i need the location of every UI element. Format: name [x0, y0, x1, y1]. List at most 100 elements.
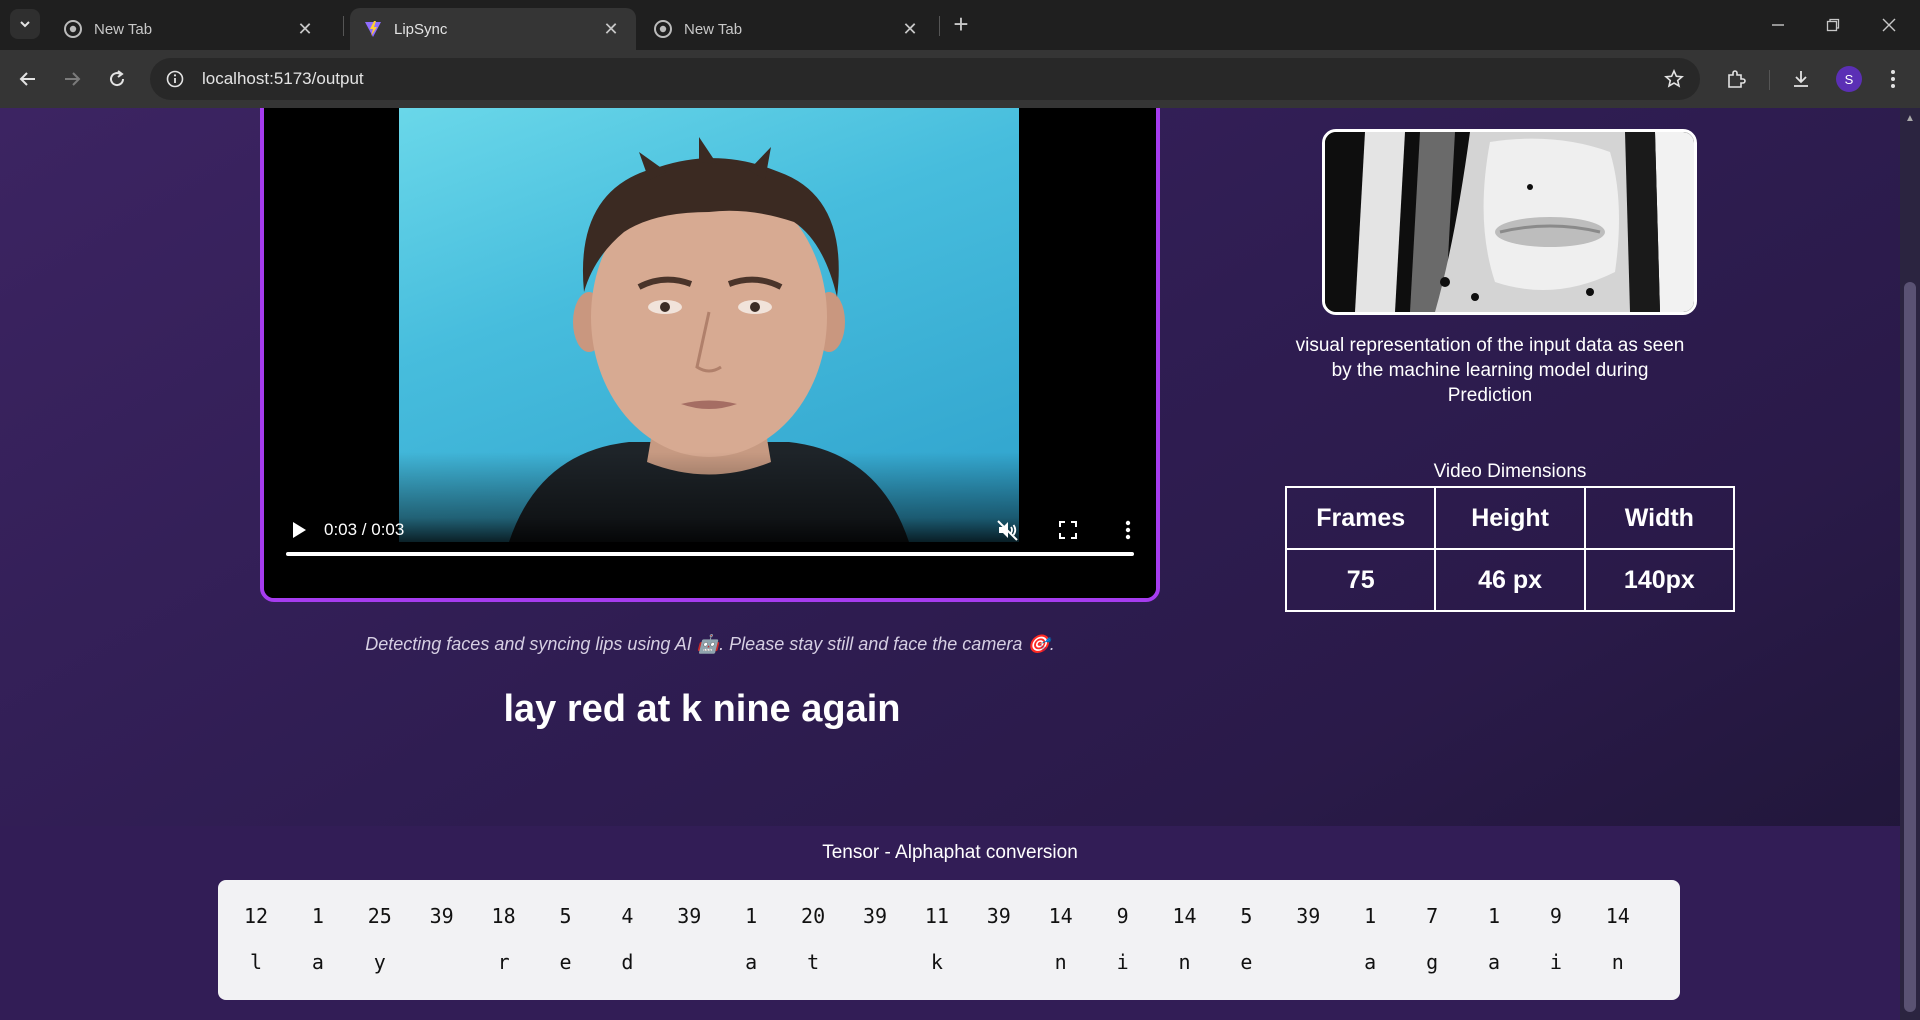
tensor-number: 39 [677, 904, 702, 928]
tensor-number: 39 [986, 904, 1011, 928]
restore-button[interactable] [1810, 8, 1856, 42]
status-caption: Detecting faces and syncing lips using A… [365, 634, 1055, 654]
minimize-icon [1772, 24, 1784, 26]
url-text[interactable]: localhost:5173/output [202, 69, 1654, 89]
tensor-number: 14 [1048, 904, 1073, 928]
tensor-letter: a [311, 950, 324, 974]
tensor-letter: n [1178, 950, 1191, 974]
tensor-letter: a [745, 950, 758, 974]
tensor-number: 39 [429, 904, 454, 928]
tensor-number: 20 [801, 904, 826, 928]
table-header-row: Frames Height Width [1284, 486, 1736, 550]
browser-toolbar: localhost:5173/output [0, 50, 1920, 108]
chrome-icon [64, 20, 82, 38]
bookmark-star-icon[interactable] [1654, 59, 1694, 99]
site-info-icon[interactable] [154, 58, 196, 100]
tensor-letter: g [1426, 950, 1439, 974]
tensor-number: 1 [311, 904, 324, 928]
reload-icon [110, 70, 125, 87]
tab-separator [343, 16, 344, 36]
page-viewport: 0:03 / 0:03 Detecting faces and syncing … [0, 108, 1900, 1020]
tensor-number: 14 [1605, 904, 1630, 928]
tensor-letter: a [1487, 950, 1501, 974]
prediction-text: lay red at k nine again [503, 688, 901, 730]
tensor-number: 39 [1296, 904, 1321, 928]
dimensions-table: Frames Height Width 75 46 px 140px [1284, 486, 1736, 612]
arrow-right-icon [65, 72, 81, 86]
tensor-number: 7 [1426, 904, 1439, 928]
tensor-number: 14 [1172, 904, 1197, 928]
table-cell: 140px [1583, 548, 1736, 612]
close-icon [1882, 18, 1896, 32]
kebab-menu-icon [1891, 70, 1895, 88]
close-window-button[interactable] [1866, 8, 1912, 42]
tensor-grid: 12 l 1 a 25 y 39 18 r 5 e 4 d 39 1 a 20 t 39 11 k 39 14 n 9 i 14 n 5… [218, 880, 1680, 1000]
tensor-letter: e [559, 950, 572, 974]
tab-new-tab-2[interactable]: New Tab ✕ [640, 8, 935, 50]
scroll-up-icon[interactable]: ▲ [1904, 112, 1916, 124]
tensor-number: 5 [559, 904, 572, 928]
mouth-visualization [1322, 129, 1697, 315]
tab-title: New Tab [94, 20, 153, 38]
tab-separator [939, 16, 940, 36]
video-more-button[interactable] [1114, 516, 1142, 544]
minimize-button[interactable] [1755, 8, 1801, 42]
tensor-letter: n [1611, 950, 1624, 974]
tensor-number: 12 [243, 904, 269, 928]
close-icon[interactable]: ✕ [600, 18, 622, 40]
tensor-number: 39 [862, 904, 888, 928]
downloads-button[interactable] [1785, 63, 1817, 95]
fullscreen-icon [1059, 521, 1077, 539]
table-row: 75 46 px 140px [1284, 548, 1736, 612]
tensor-number: 9 [1549, 904, 1562, 928]
tab-title: LipSync [394, 20, 448, 38]
tensor-number: 25 [367, 904, 392, 928]
play-button[interactable] [286, 517, 312, 543]
tab-new-tab-1[interactable]: New Tab ✕ [50, 8, 330, 50]
table-header: Width [1583, 486, 1736, 550]
tab-title: New Tab [684, 20, 743, 38]
tensor-letter: d [621, 950, 634, 974]
tensor-number: 1 [1487, 904, 1501, 928]
restore-icon [1826, 18, 1840, 32]
table-cell: 46 px [1434, 548, 1586, 612]
arrow-left-icon [19, 72, 35, 86]
video-progress-bar[interactable] [286, 552, 1134, 556]
address-bar[interactable]: localhost:5173/output [150, 58, 1700, 100]
mute-button[interactable] [994, 516, 1022, 544]
fullscreen-button[interactable] [1054, 516, 1082, 544]
play-icon [293, 522, 306, 538]
toolbar-divider [1769, 70, 1770, 90]
reload-button[interactable] [101, 63, 133, 95]
tensor-number: 18 [491, 904, 516, 928]
plus-icon: + [953, 8, 969, 39]
dimensions-title: Video Dimensions [1433, 461, 1587, 482]
forward-button[interactable] [56, 63, 88, 95]
tensor-number: 4 [621, 904, 634, 928]
tensor-title: Tensor - Alphaphat conversion [822, 842, 1078, 863]
table-header: Frames [1284, 486, 1437, 550]
puzzle-icon [1728, 70, 1746, 88]
new-tab-button[interactable]: + [947, 8, 975, 39]
tab-strip: New Tab ✕ LipSync ✕ New Tab ✕ + [0, 0, 1920, 50]
tab-search-button[interactable] [10, 9, 40, 39]
scrollbar-thumb[interactable] [1904, 282, 1916, 1012]
tensor-letter: t [807, 950, 820, 974]
tab-lipsync[interactable]: LipSync ✕ [350, 8, 636, 50]
profile-avatar[interactable]: S [1836, 66, 1862, 92]
tensor-letter: y [373, 950, 386, 974]
table-cell: 75 [1284, 548, 1437, 612]
close-icon[interactable]: ✕ [294, 18, 316, 40]
back-button[interactable] [12, 63, 44, 95]
tensor-letter: r [497, 950, 510, 974]
tensor-letter: e [1240, 950, 1253, 974]
mouth-visualization-description: visual representation of the input data … [1295, 335, 1685, 406]
chrome-icon [654, 20, 672, 38]
tensor-letter: l [249, 950, 263, 974]
video-player[interactable]: 0:03 / 0:03 [260, 108, 1160, 602]
tensor-letter: a [1364, 950, 1377, 974]
close-icon[interactable]: ✕ [899, 18, 921, 40]
extensions-button[interactable] [1720, 63, 1752, 95]
browser-menu-button[interactable] [1877, 63, 1909, 95]
tensor-letter: i [1549, 950, 1562, 974]
